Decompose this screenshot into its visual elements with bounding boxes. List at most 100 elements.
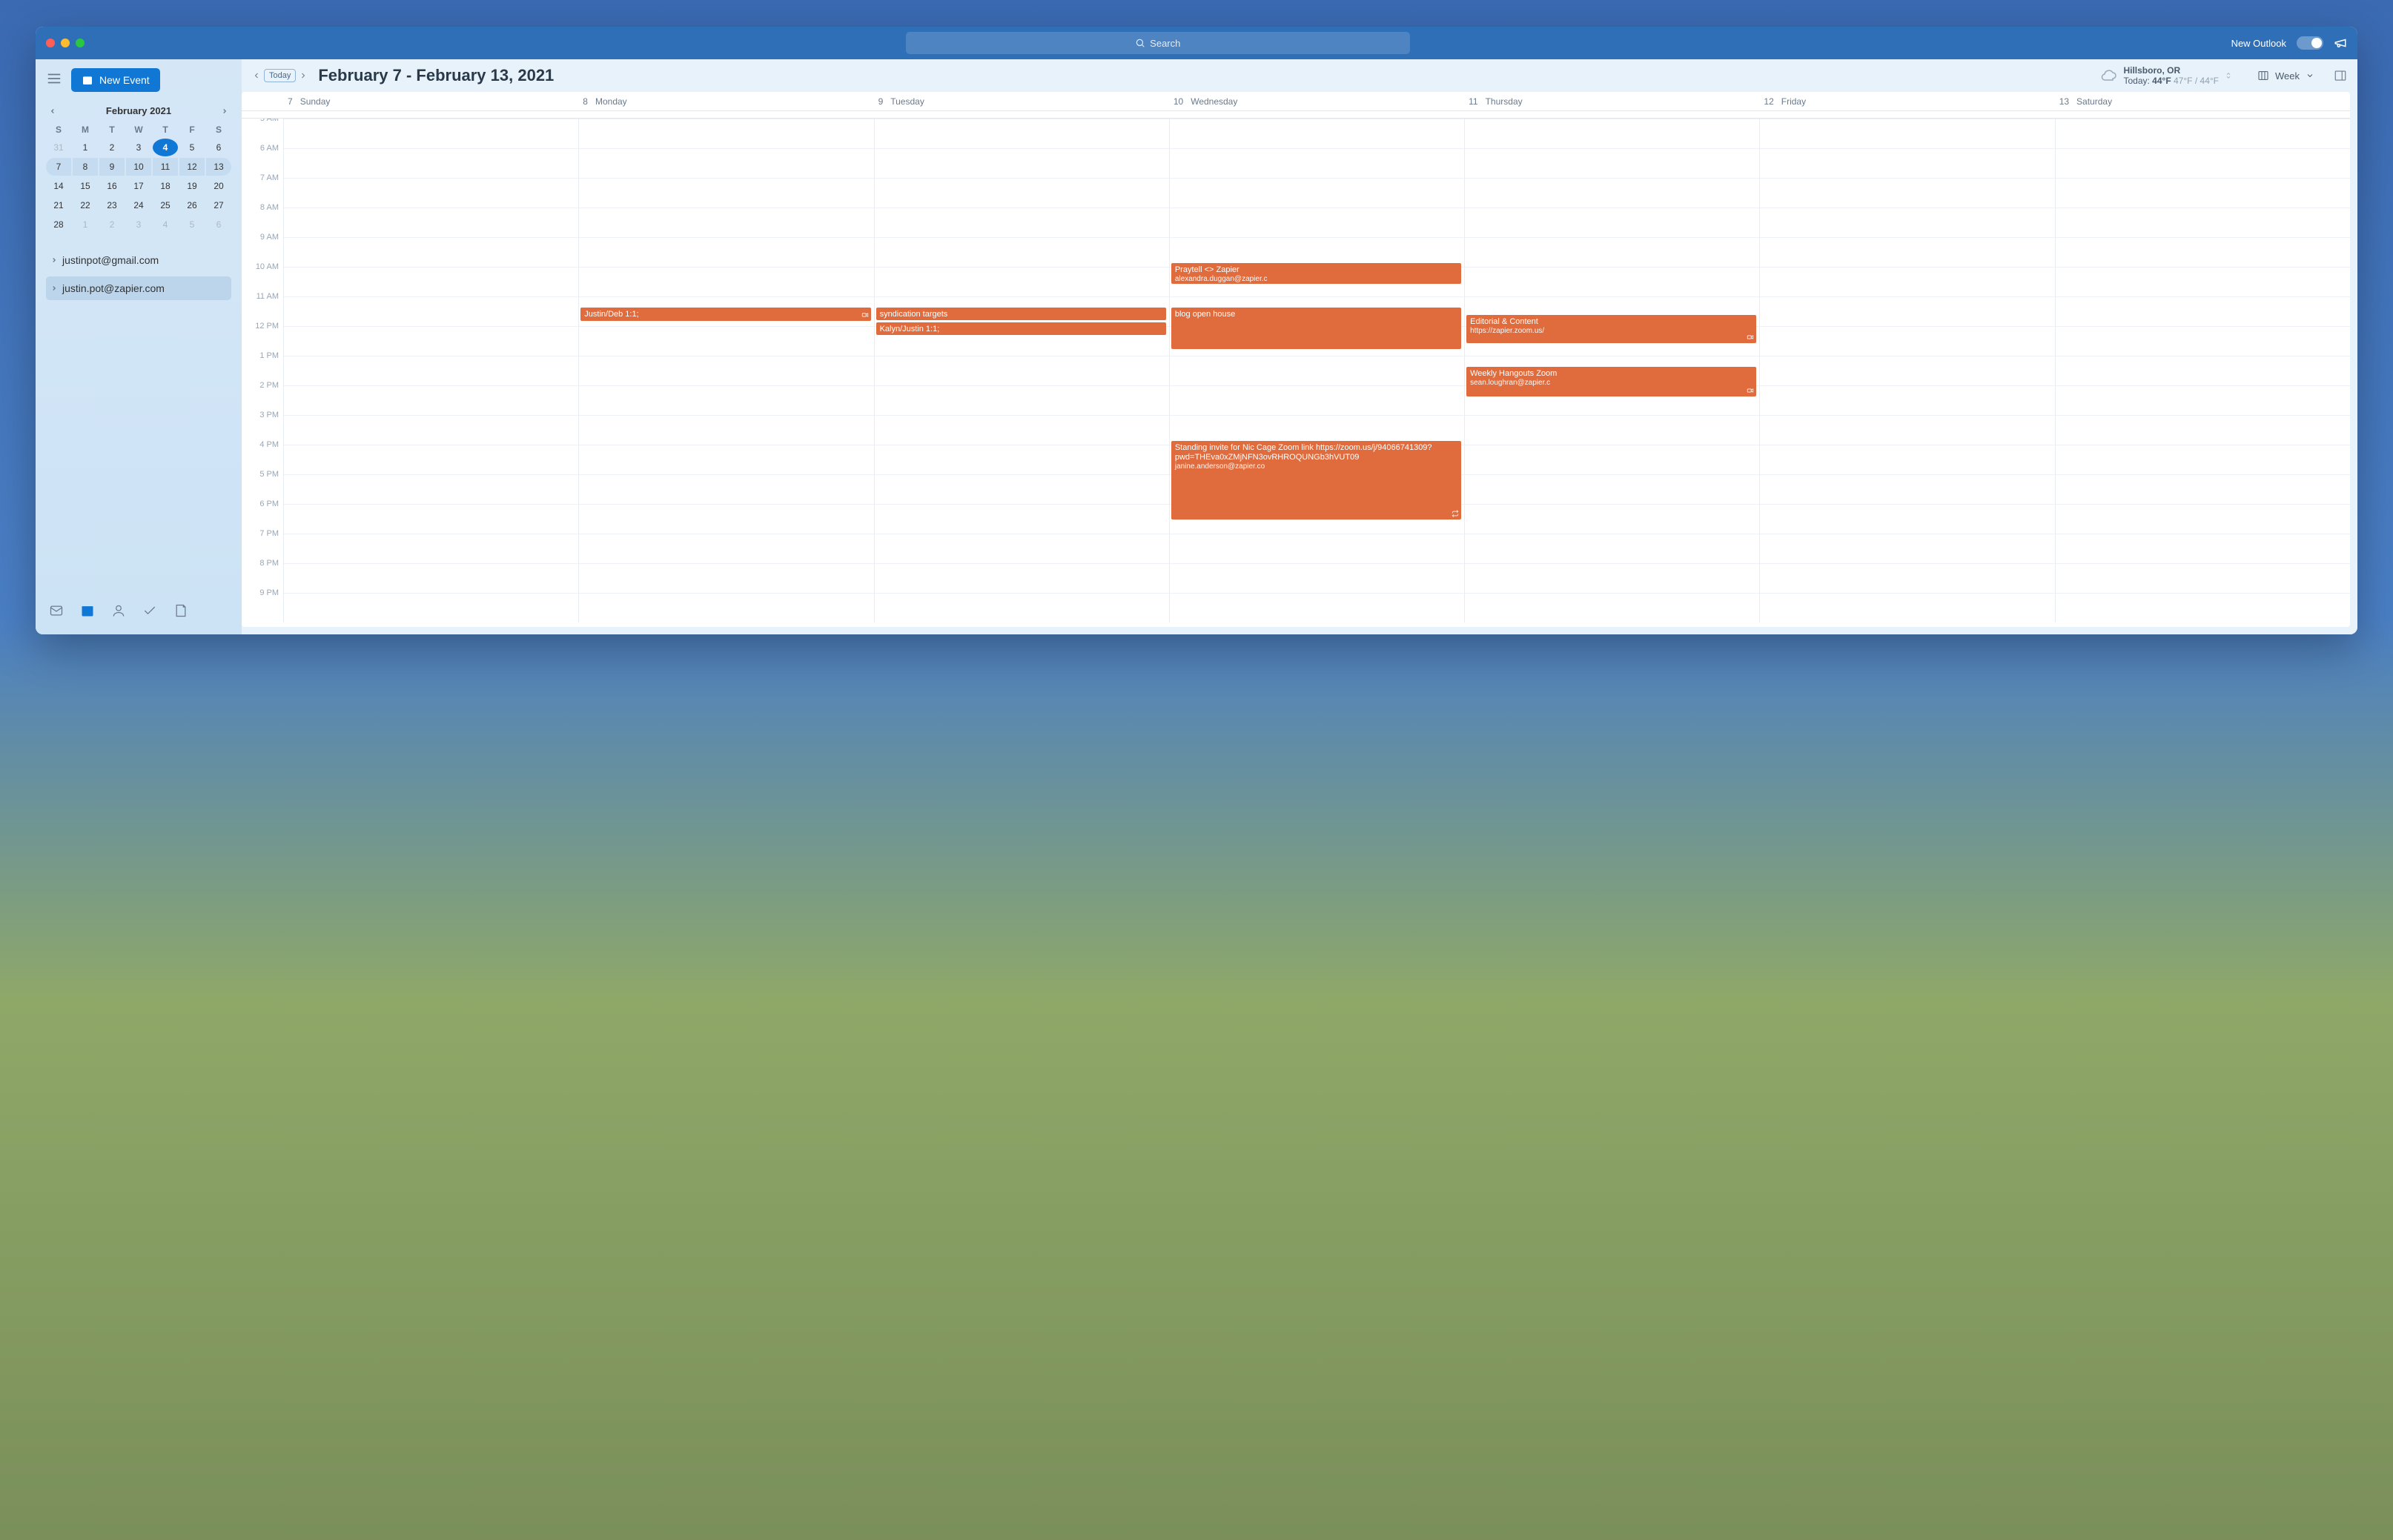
calendar-event[interactable]: syndication targets xyxy=(876,308,1166,320)
new-event-label: New Event xyxy=(99,74,150,86)
search-input[interactable]: Search xyxy=(906,32,1410,54)
mini-cal-day[interactable]: 2 xyxy=(99,139,125,156)
weather-widget[interactable]: Hillsboro, OR Today: 44°F 47°F / 44°F xyxy=(2099,65,2232,86)
day-header: 13Saturday xyxy=(2055,92,2350,110)
day-name: Saturday xyxy=(2076,96,2112,107)
next-week-icon[interactable] xyxy=(299,71,308,80)
people-icon[interactable] xyxy=(111,603,126,618)
event-title: blog open house xyxy=(1175,310,1457,319)
calendar-event[interactable]: blog open house xyxy=(1171,308,1461,349)
date-range-title: February 7 - February 13, 2021 xyxy=(318,66,554,85)
mini-cal-day-header: T xyxy=(99,122,125,137)
new-event-button[interactable]: New Event xyxy=(71,68,160,92)
mini-cal-day[interactable]: 12 xyxy=(179,158,205,176)
mini-cal-day[interactable]: 8 xyxy=(73,158,98,176)
sidebar-nav xyxy=(46,596,231,625)
day-column[interactable]: Editorial & Contenthttps://zapier.zoom.u… xyxy=(1464,119,1759,623)
calendar-event[interactable]: Weekly Hangouts Zoomsean.loughran@zapier… xyxy=(1466,367,1756,396)
close-window[interactable] xyxy=(46,39,55,47)
mini-cal-day[interactable]: 2 xyxy=(99,216,125,233)
day-column[interactable]: Justin/Deb 1:1; xyxy=(578,119,873,623)
chevron-updown-icon[interactable] xyxy=(2225,70,2232,81)
mini-cal-day[interactable]: 4 xyxy=(153,216,178,233)
next-month-icon[interactable] xyxy=(221,107,228,115)
view-selector[interactable]: Week xyxy=(2257,70,2314,82)
mini-cal-day[interactable]: 14 xyxy=(46,177,71,195)
mini-cal-day[interactable]: 24 xyxy=(126,196,151,214)
hour-label: 6 PM xyxy=(242,499,283,529)
calendar-event[interactable]: Editorial & Contenthttps://zapier.zoom.u… xyxy=(1466,315,1756,343)
mini-cal-day[interactable]: 6 xyxy=(206,139,231,156)
prev-week-icon[interactable] xyxy=(252,71,261,80)
account-item[interactable]: justin.pot@zapier.com xyxy=(46,276,231,300)
mini-cal-day[interactable]: 23 xyxy=(99,196,125,214)
mini-cal-day[interactable]: 15 xyxy=(73,177,98,195)
calendar-icon[interactable] xyxy=(80,603,95,618)
mini-cal-day[interactable]: 18 xyxy=(153,177,178,195)
new-outlook-toggle[interactable] xyxy=(2297,36,2323,50)
calendar-event[interactable]: Justin/Deb 1:1; xyxy=(580,308,870,321)
hour-label: 11 AM xyxy=(242,292,283,322)
day-header: 10Wednesday xyxy=(1169,92,1464,110)
day-header: 7Sunday xyxy=(283,92,578,110)
mini-cal-day[interactable]: 22 xyxy=(73,196,98,214)
day-name: Thursday xyxy=(1486,96,1523,107)
day-column[interactable]: syndication targets Kalyn/Justin 1:1; xyxy=(874,119,1169,623)
calendar-event[interactable]: Standing invite for Nic Cage Zoom link h… xyxy=(1171,441,1461,520)
notes-icon[interactable] xyxy=(173,603,188,618)
mini-cal-day[interactable]: 21 xyxy=(46,196,71,214)
mini-cal-day[interactable]: 13 xyxy=(206,158,231,176)
today-button[interactable]: Today xyxy=(264,69,296,82)
mini-cal-day[interactable]: 27 xyxy=(206,196,231,214)
mail-icon[interactable] xyxy=(49,603,64,618)
day-number: 10 xyxy=(1174,96,1183,107)
account-label: justin.pot@zapier.com xyxy=(62,282,165,294)
mini-cal-day[interactable]: 17 xyxy=(126,177,151,195)
mini-cal-day[interactable]: 9 xyxy=(99,158,125,176)
mini-cal-day[interactable]: 5 xyxy=(179,216,205,233)
calendar-toolbar: Today February 7 - February 13, 2021 Hil… xyxy=(242,59,2357,92)
mini-cal-day[interactable]: 28 xyxy=(46,216,71,233)
day-name: Monday xyxy=(595,96,627,107)
chevron-down-icon xyxy=(2306,71,2314,80)
mini-cal-day[interactable]: 4 xyxy=(153,139,178,156)
day-column[interactable] xyxy=(2055,119,2350,623)
mini-cal-day[interactable]: 26 xyxy=(179,196,205,214)
mini-cal-day[interactable]: 1 xyxy=(73,216,98,233)
prev-month-icon[interactable] xyxy=(49,107,56,115)
hour-label: 12 PM xyxy=(242,322,283,351)
account-item[interactable]: justinpot@gmail.com xyxy=(46,248,231,272)
megaphone-icon[interactable] xyxy=(2334,36,2347,50)
hour-label: 5 PM xyxy=(242,470,283,499)
calendar-event[interactable]: Praytell <> Zapieralexandra.duggan@zapie… xyxy=(1171,263,1461,284)
mini-cal-day[interactable]: 3 xyxy=(126,216,151,233)
mini-cal-day[interactable]: 1 xyxy=(73,139,98,156)
day-name: Friday xyxy=(1781,96,1806,107)
menu-toggle[interactable] xyxy=(46,70,62,90)
day-column[interactable] xyxy=(1759,119,2054,623)
mini-cal-day[interactable]: 3 xyxy=(126,139,151,156)
tasks-icon[interactable] xyxy=(142,603,157,618)
day-column[interactable] xyxy=(283,119,578,623)
panel-toggle-icon[interactable] xyxy=(2334,69,2347,82)
new-outlook-label: New Outlook xyxy=(2231,38,2286,49)
mini-cal-day[interactable]: 10 xyxy=(126,158,151,176)
minimize-window[interactable] xyxy=(61,39,70,47)
mini-cal-day[interactable]: 6 xyxy=(206,216,231,233)
hour-label: 9 AM xyxy=(242,233,283,262)
mini-cal-day[interactable]: 11 xyxy=(153,158,178,176)
maximize-window[interactable] xyxy=(76,39,85,47)
mini-cal-day[interactable]: 7 xyxy=(46,158,71,176)
mini-cal-day[interactable]: 20 xyxy=(206,177,231,195)
day-column[interactable]: Praytell <> Zapieralexandra.duggan@zapie… xyxy=(1169,119,1464,623)
mini-cal-day[interactable]: 5 xyxy=(179,139,205,156)
mini-cal-day[interactable]: 25 xyxy=(153,196,178,214)
mini-cal-day-header: S xyxy=(206,122,231,137)
mini-cal-day[interactable]: 16 xyxy=(99,177,125,195)
calendar-event[interactable]: Kalyn/Justin 1:1; xyxy=(876,322,1166,335)
account-list: justinpot@gmail.com justin.pot@zapier.com xyxy=(46,248,231,300)
day-number: 8 xyxy=(583,96,588,107)
mini-cal-day[interactable]: 19 xyxy=(179,177,205,195)
mini-cal-day[interactable]: 31 xyxy=(46,139,71,156)
event-title: Justin/Deb 1:1; xyxy=(584,310,867,319)
